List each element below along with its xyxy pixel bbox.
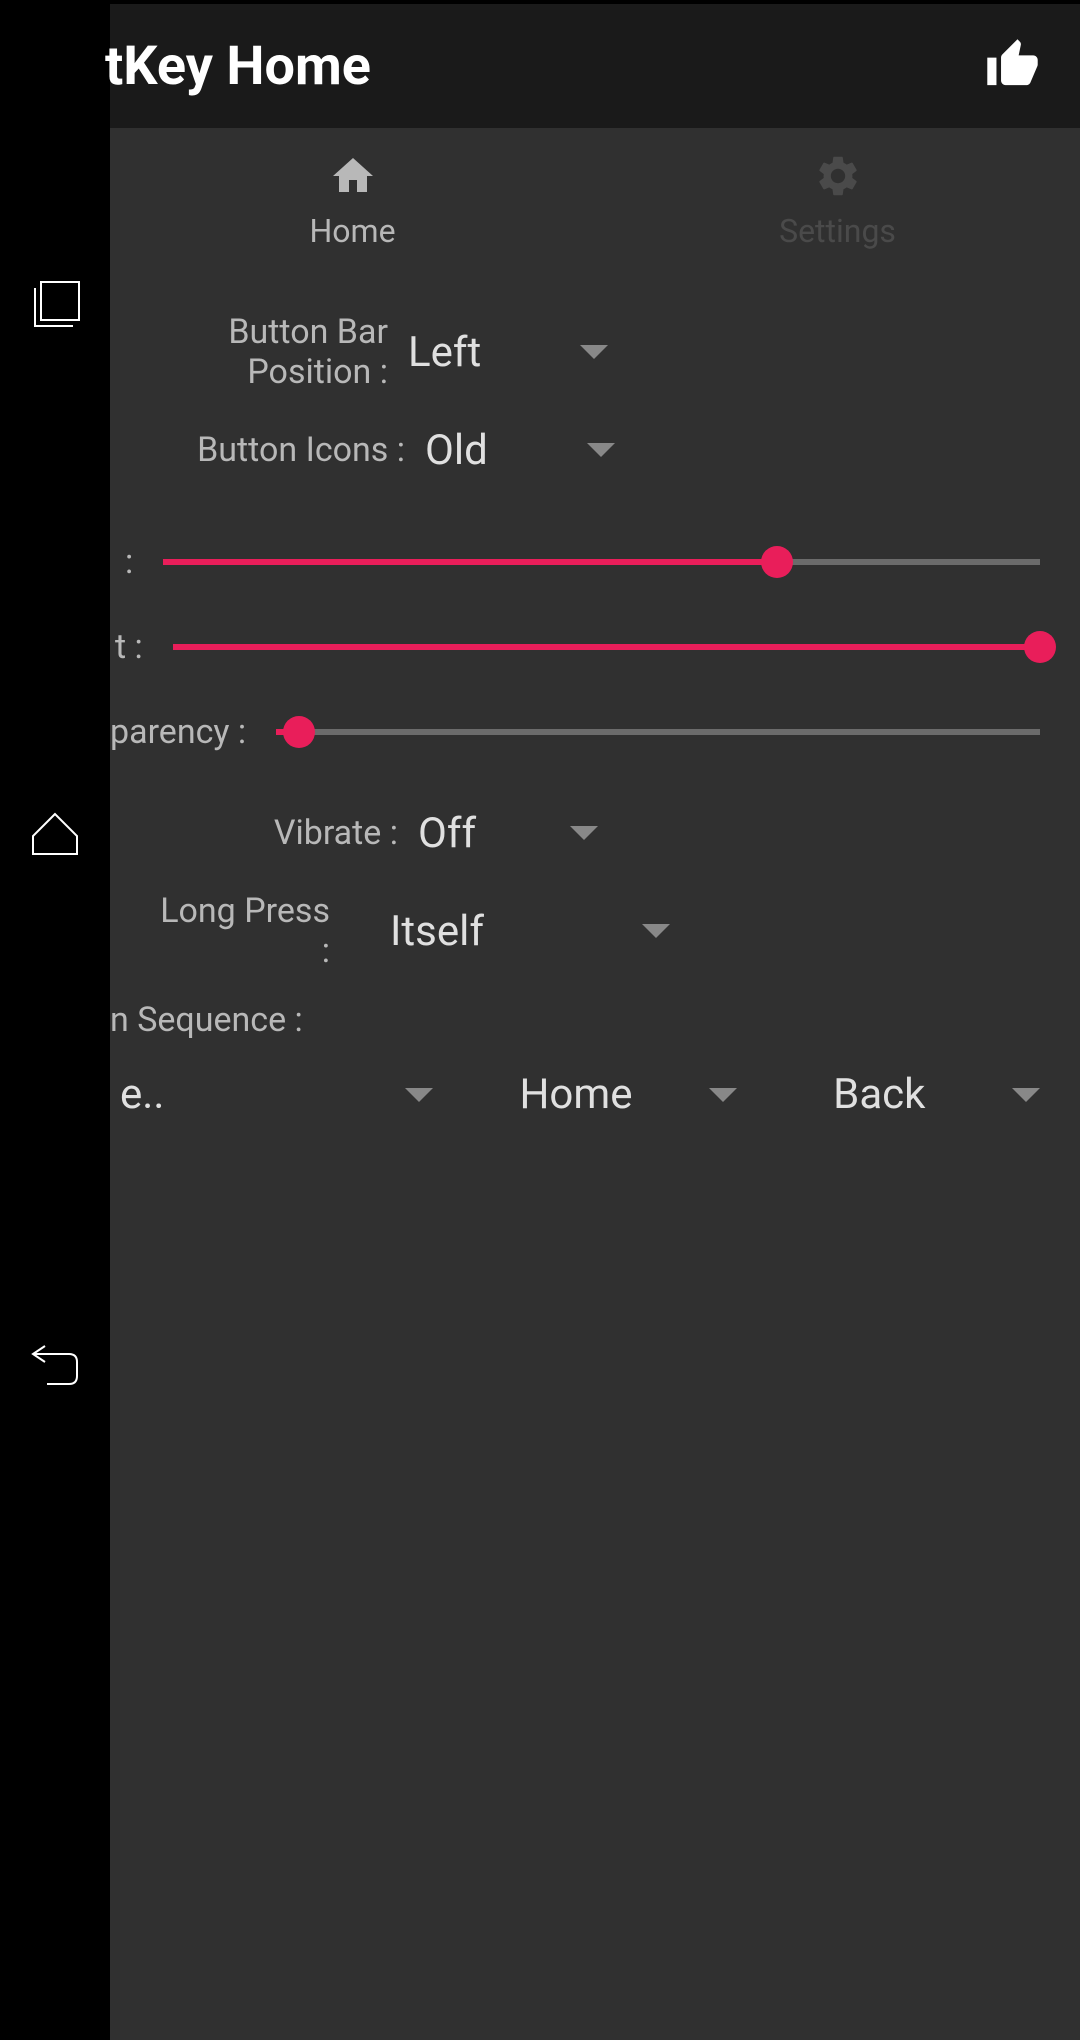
- dropdown-value: Left: [408, 328, 560, 377]
- setting-transparency: parency :: [110, 689, 1080, 774]
- tab-label: Home: [309, 212, 395, 250]
- button-bar-sidebar: [0, 4, 110, 2040]
- tabs: Home Settings: [110, 128, 1080, 273]
- chevron-down-icon: [405, 1088, 433, 1102]
- setting-label: Vibrate :: [150, 813, 418, 853]
- setting-label: Long Press :: [150, 891, 390, 971]
- chevron-down-icon: [587, 443, 615, 457]
- dropdown-value: Off: [418, 809, 550, 858]
- slider-label: :: [125, 542, 163, 582]
- chevron-down-icon: [642, 924, 670, 938]
- slider-label: parency :: [110, 712, 276, 752]
- chevron-down-icon: [709, 1088, 737, 1102]
- slider-1[interactable]: [163, 542, 1040, 582]
- home-icon[interactable]: [25, 804, 85, 864]
- setting-label: Button Icons :: [150, 430, 425, 470]
- dropdown-icons[interactable]: Old: [425, 426, 615, 475]
- dropdown-value: Back: [757, 1070, 1002, 1119]
- thumbs-up-button[interactable]: [985, 37, 1040, 96]
- setting-label: Button Bar Position :: [150, 312, 408, 392]
- sequence-dropdowns: e.. Home Back: [110, 1070, 1080, 1119]
- dropdown-longpress[interactable]: Itself: [390, 907, 670, 956]
- dropdown-value: Itself: [390, 907, 622, 956]
- dropdown-value: e..: [120, 1070, 395, 1119]
- setting-slider-1: :: [110, 519, 1080, 604]
- chevron-down-icon: [580, 345, 608, 359]
- setting-label: n Sequence :: [110, 1000, 303, 1040]
- house-icon: [329, 152, 377, 200]
- app-title: tKey Home: [105, 35, 371, 98]
- slider-label: t :: [115, 627, 173, 667]
- setting-long-press: Long Press : Itself: [110, 882, 1080, 980]
- dropdown-sequence-2[interactable]: Home: [453, 1070, 736, 1119]
- dropdown-value: Home: [453, 1070, 698, 1119]
- chevron-down-icon: [570, 826, 598, 840]
- chevron-down-icon: [1012, 1088, 1040, 1102]
- slider-transparency[interactable]: [276, 712, 1040, 752]
- setting-vibrate: Vibrate : Off: [110, 784, 1080, 882]
- recents-icon[interactable]: [25, 274, 85, 334]
- setting-button-bar-position: Button Bar Position : Left: [110, 303, 1080, 401]
- tab-home[interactable]: Home: [110, 128, 595, 273]
- setting-button-icons: Button Icons : Old: [110, 401, 1080, 499]
- app-header: tKey Home: [110, 4, 1080, 128]
- slider-2[interactable]: [173, 627, 1040, 667]
- tab-settings[interactable]: Settings: [595, 128, 1080, 273]
- tab-label: Settings: [779, 212, 896, 250]
- setting-slider-2: t :: [110, 604, 1080, 689]
- dropdown-sequence-1[interactable]: e..: [150, 1070, 433, 1119]
- back-icon[interactable]: [25, 1334, 85, 1394]
- gear-icon: [814, 152, 862, 200]
- dropdown-position[interactable]: Left: [408, 328, 608, 377]
- setting-button-sequence: n Sequence :: [110, 980, 1080, 1070]
- dropdown-vibrate[interactable]: Off: [418, 809, 598, 858]
- dropdown-value: Old: [425, 426, 567, 475]
- dropdown-sequence-3[interactable]: Back: [757, 1070, 1040, 1119]
